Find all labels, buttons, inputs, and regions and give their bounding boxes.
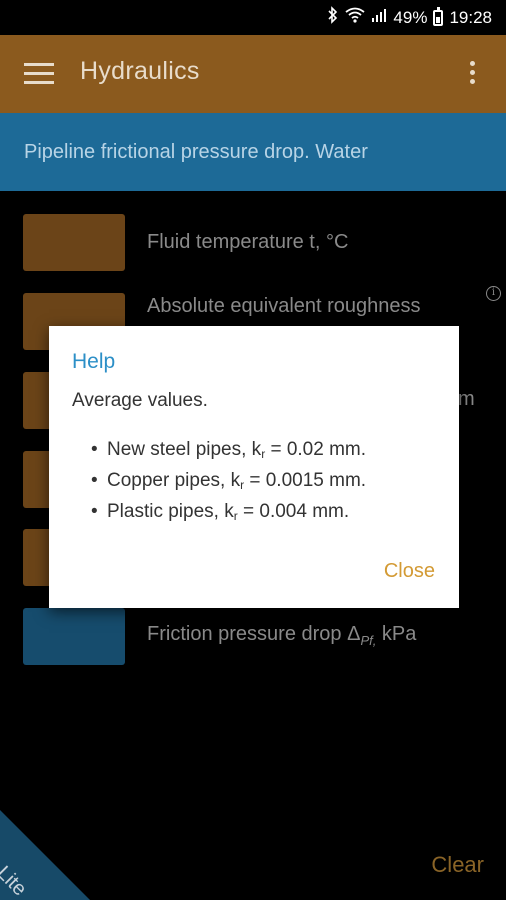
signal-icon: [371, 7, 387, 28]
hamburger-menu-icon[interactable]: [24, 63, 54, 85]
wifi-icon: [345, 7, 365, 28]
pressure-drop-label: Friction pressure drop ΔPf, kPa: [147, 623, 417, 648]
temperature-input[interactable]: [23, 214, 125, 271]
roughness-label: Absolute equivalent roughness: [147, 295, 421, 317]
dialog-title: Help: [72, 350, 116, 373]
list-item: • Copper pipes, kr = 0.0015 mm.: [91, 470, 367, 492]
help-dialog: Help Average values. • New steel pipes, k…: [49, 326, 459, 608]
calculation-title: Pipeline frictional pressure drop. Water: [24, 141, 368, 163]
status-icons: 49% 19:28: [327, 0, 492, 35]
info-icon[interactable]: i: [486, 286, 501, 301]
list-item: • New steel pipes, kr = 0.02 mm.: [91, 439, 367, 461]
status-bar: 49% 19:28: [0, 0, 506, 35]
app-bar: Hydraulics: [0, 35, 506, 113]
close-button[interactable]: Close: [384, 560, 435, 583]
clear-button[interactable]: Clear: [431, 852, 484, 878]
screen: 49% 19:28 Hydraulics Pipeline frictional…: [0, 0, 506, 900]
battery-icon: [433, 6, 444, 26]
bluetooth-icon: [327, 6, 339, 29]
dialog-intro: Average values.: [72, 390, 208, 411]
diameter-unit-label: m: [458, 388, 475, 410]
clock: 19:28: [449, 7, 492, 27]
app-title: Hydraulics: [80, 57, 200, 85]
calculation-header: Pipeline frictional pressure drop. Water: [0, 113, 506, 191]
temperature-label: Fluid temperature t, °C: [147, 231, 349, 253]
battery-percent: 49%: [393, 7, 428, 27]
overflow-menu-icon[interactable]: [470, 61, 476, 87]
list-item: • Plastic pipes, kr = 0.004 mm.: [91, 501, 350, 523]
dialog-list: • New steel pipes, kr = 0.02 mm. • Copper …: [91, 434, 367, 527]
pressure-drop-output: [23, 608, 125, 665]
